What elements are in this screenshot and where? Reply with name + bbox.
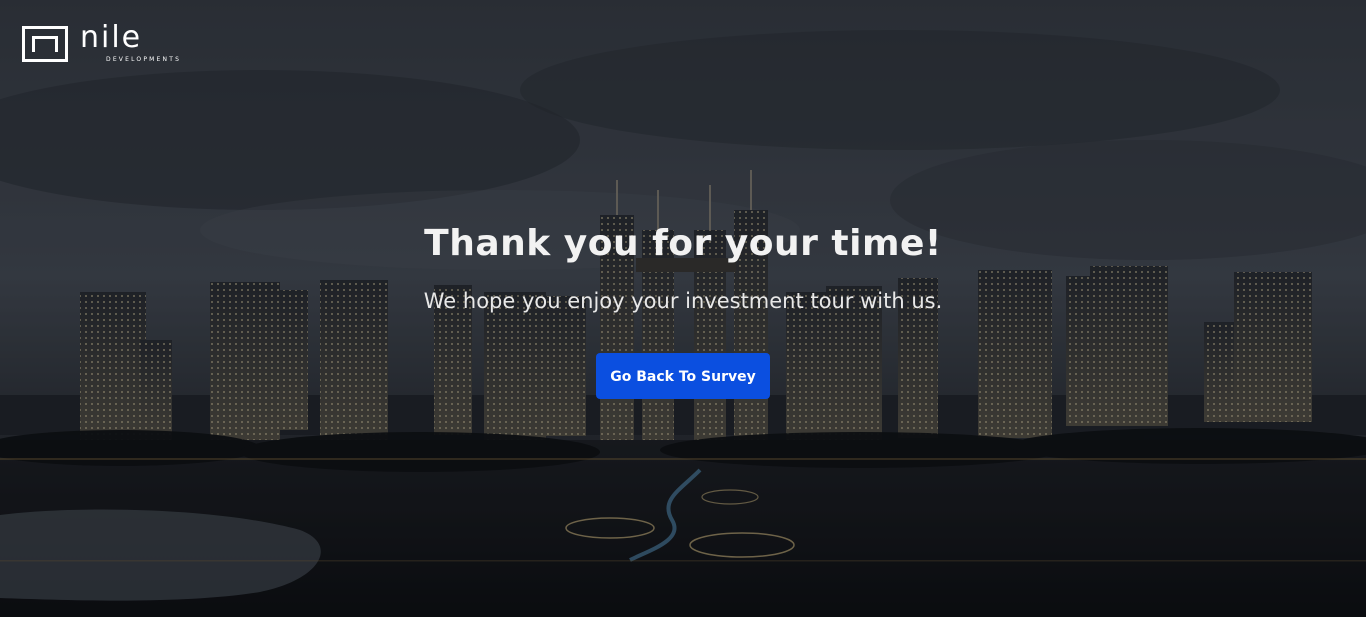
logo-mark-icon xyxy=(22,26,68,62)
go-back-to-survey-button[interactable]: Go Back To Survey xyxy=(596,353,770,399)
page-subtitle: We hope you enjoy your investment tour w… xyxy=(423,289,943,313)
page-title: Thank you for your time! xyxy=(424,223,942,264)
thank-you-page: nile DEVELOPMENTS Thank you for your tim… xyxy=(0,0,1366,617)
brand-tagline: DEVELOPMENTS xyxy=(106,56,182,63)
thank-you-content: Thank you for your time! We hope you enj… xyxy=(0,218,1366,399)
brand-name: nile xyxy=(80,20,143,55)
brand-logo[interactable]: nile DEVELOPMENTS xyxy=(22,20,192,66)
